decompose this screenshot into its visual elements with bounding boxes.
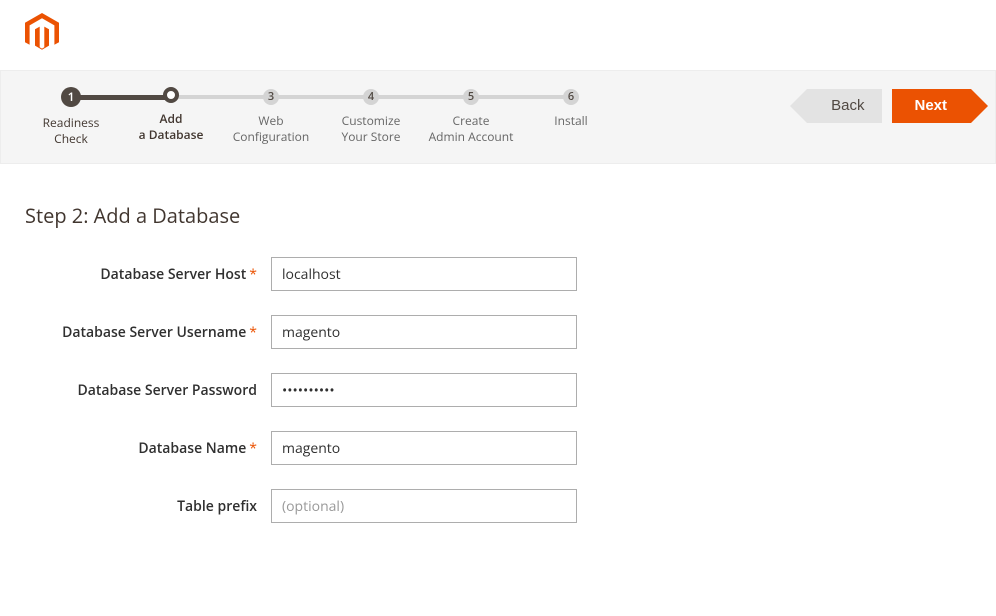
install-progress-bar: 1 ReadinessCheck 2 Adda Database 3 WebConfigu… xyxy=(0,70,996,164)
table-prefix-label: Table prefix* xyxy=(25,497,271,516)
back-button[interactable]: Back xyxy=(807,89,882,123)
step-dot: 2 xyxy=(163,87,179,103)
step-dot: 6 xyxy=(563,89,579,105)
step-dot: 3 xyxy=(263,89,279,105)
db-host-input[interactable] xyxy=(271,257,577,291)
step-dot: 1 xyxy=(61,87,81,107)
step-dot: 5 xyxy=(463,89,479,105)
step-dot: 4 xyxy=(363,89,379,105)
db-pass-label: Database Server Password* xyxy=(25,381,271,400)
step-label: ReadinessCheck xyxy=(43,115,100,147)
step-label: Install xyxy=(554,113,587,129)
db-name-input[interactable] xyxy=(271,431,577,465)
progress-step-1: 1 ReadinessCheck xyxy=(21,89,121,147)
step-label: CreateAdmin Account xyxy=(429,113,514,145)
step-label: CustomizeYour Store xyxy=(341,113,400,145)
db-pass-input[interactable] xyxy=(271,373,577,407)
db-user-input[interactable] xyxy=(271,315,577,349)
table-prefix-input[interactable] xyxy=(271,489,577,523)
db-host-label: Database Server Host* xyxy=(25,265,271,284)
page-title: Step 2: Add a Database xyxy=(25,202,996,229)
next-button[interactable]: Next xyxy=(892,89,971,123)
step-label: Adda Database xyxy=(139,111,204,143)
step-label: WebConfiguration xyxy=(233,113,310,145)
db-user-label: Database Server Username* xyxy=(25,323,271,342)
magento-logo-icon xyxy=(25,13,59,57)
db-name-label: Database Name* xyxy=(25,439,271,458)
